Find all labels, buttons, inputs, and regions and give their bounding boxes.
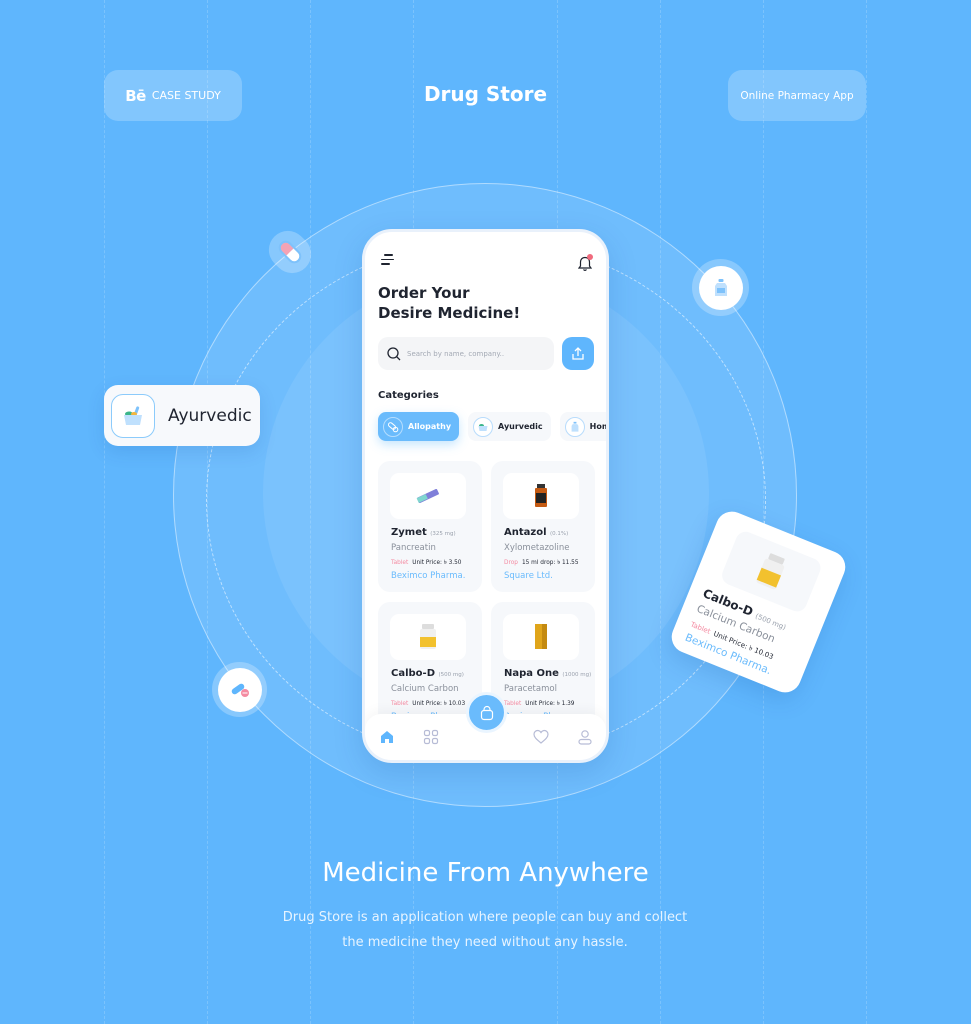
category-label: Homeo: [589, 422, 606, 431]
herbal-bowl-icon: [473, 416, 494, 437]
category-chips: Allopathy Ayurvedic Homeo: [378, 412, 606, 441]
section-title: Medicine From Anywhere: [322, 858, 649, 888]
product-price: Unit Price: ৳ 1.39: [525, 701, 575, 707]
product-generic: Pancreatin: [391, 543, 436, 553]
product-card[interactable]: Antazol (0.1%) Xylometazoline Drop 15 ml …: [491, 461, 595, 592]
medicine-box-icon: [535, 624, 547, 649]
product-name: Napa One: [504, 668, 559, 679]
app-tag-label: Online Pharmacy App: [740, 89, 854, 102]
product-image: [390, 614, 466, 660]
pills-icon: [383, 416, 403, 437]
product-price: 15 ml drop: ৳ 11.55: [521, 560, 579, 566]
product-company: Beximco Pharma.: [391, 571, 466, 581]
product-image: [390, 473, 466, 519]
description-line-1: Drug Store is an application where peopl…: [282, 910, 688, 925]
search-bar[interactable]: [378, 337, 554, 370]
product-type: Drop: [504, 560, 518, 566]
category-chip-ayurvedic[interactable]: Ayurvedic: [468, 412, 551, 441]
product-image: [503, 473, 579, 519]
menu-icon[interactable]: [381, 254, 395, 268]
product-generic: Paracetamol: [504, 684, 557, 694]
cart-button[interactable]: [466, 692, 507, 733]
description-line-2: the medicine they need without any hassl…: [342, 935, 628, 950]
product-type: Tablet: [391, 701, 409, 707]
home-icon[interactable]: [379, 729, 395, 745]
share-button[interactable]: [562, 337, 594, 370]
product-dose: (500 mg): [438, 672, 464, 678]
pills-icon: [231, 683, 249, 697]
drop-bottle-icon: [535, 484, 547, 507]
search-input[interactable]: [407, 349, 547, 358]
bottle-icon: [564, 416, 585, 437]
product-generic: Calcium Carbon: [391, 684, 459, 694]
product-card[interactable]: Zymet (325 mg) Pancreatin Tablet Unit Pri…: [378, 461, 482, 592]
product-generic: Xylometazoline: [504, 543, 570, 553]
product-dose: (0.1%): [550, 531, 569, 537]
product-name: Antazol: [504, 527, 547, 538]
headline: Order Your Desire Medicine!: [378, 283, 520, 323]
categories-heading: Categories: [378, 390, 439, 401]
ayurvedic-card-label: Ayurvedic: [168, 405, 252, 426]
category-chip-allopathy[interactable]: Allopathy: [378, 412, 460, 441]
product-price: Unit Price: ৳ 3.50: [412, 560, 462, 566]
shopping-bag-icon: [480, 705, 493, 720]
heart-icon[interactable]: [533, 729, 549, 745]
ayurvedic-category-card[interactable]: Ayurvedic: [104, 385, 260, 446]
category-label: Ayurvedic: [498, 422, 543, 431]
product-type: Tablet: [504, 701, 522, 707]
tablet-strip-icon: [416, 489, 439, 503]
product-price: Unit Price: ৳ 10.03: [412, 701, 466, 707]
headline-line-2: Desire Medicine!: [378, 304, 521, 322]
grid-icon[interactable]: [423, 729, 439, 745]
category-chip-homeo[interactable]: Homeo: [559, 412, 606, 441]
profile-icon[interactable]: [577, 729, 593, 745]
syrup-bottle-icon: [714, 278, 727, 296]
section-description: Drug Store is an application where peopl…: [260, 905, 710, 955]
app-tag-badge[interactable]: Online Pharmacy App: [728, 70, 866, 121]
product-name: Zymet: [391, 527, 427, 538]
notification-badge: [587, 254, 593, 260]
product-type: Tablet: [391, 560, 409, 566]
phone-mockup: Order Your Desire Medicine! Categories A…: [362, 229, 609, 763]
product-image: [503, 614, 579, 660]
category-label: Allopathy: [408, 422, 452, 431]
floating-pills-badge: [212, 662, 267, 717]
herbal-bowl-icon: [111, 393, 155, 438]
product-company: Square Ltd.: [504, 571, 553, 581]
supplement-jar-icon: [420, 624, 436, 649]
floating-syrup-badge: [692, 259, 749, 316]
search-icon: [387, 346, 401, 360]
headline-line-1: Order Your: [378, 284, 470, 302]
product-dose: (1000 mg): [562, 672, 592, 678]
product-dose: (325 mg): [430, 531, 456, 537]
product-name: Calbo-D: [391, 668, 435, 679]
supplement-jar-icon: [756, 553, 785, 590]
share-icon: [572, 346, 584, 360]
